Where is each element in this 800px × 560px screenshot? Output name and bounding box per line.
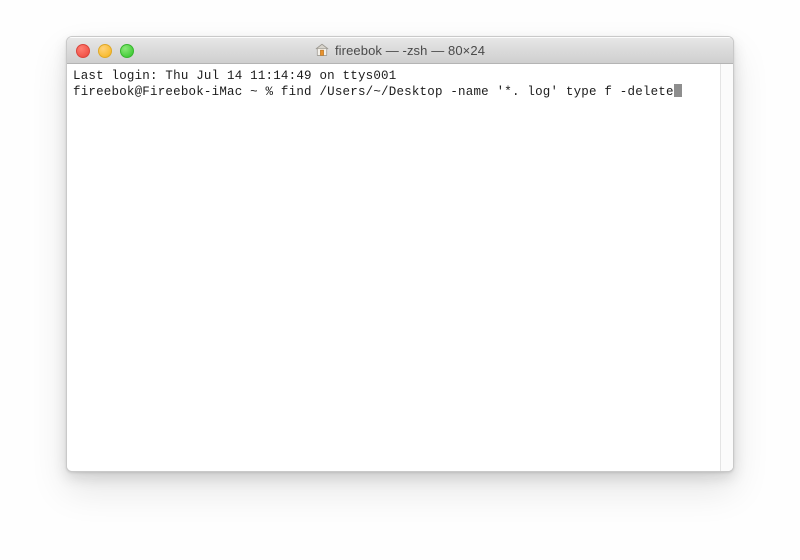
vertical-scrollbar[interactable]	[720, 64, 733, 471]
terminal-content[interactable]: Last login: Thu Jul 14 11:14:49 on ttys0…	[67, 64, 733, 471]
terminal-line-command: fireebok@Fireebok-iMac ~ % find /Users/~…	[73, 84, 733, 100]
window-title-group: fireebok — -zsh — 80×24	[315, 43, 485, 58]
terminal-command-text: fireebok@Fireebok-iMac ~ % find /Users/~…	[73, 85, 674, 99]
window-controls	[76, 37, 134, 64]
terminal-window: fireebok — -zsh — 80×24 Last login: Thu …	[66, 36, 734, 472]
window-titlebar[interactable]: fireebok — -zsh — 80×24	[67, 37, 733, 64]
maximize-button[interactable]	[120, 43, 134, 58]
minimize-button[interactable]	[98, 43, 112, 58]
terminal-line-last-login: Last login: Thu Jul 14 11:14:49 on ttys0…	[73, 69, 397, 83]
home-icon	[315, 43, 329, 56]
close-button[interactable]	[76, 43, 90, 58]
window-title: fireebok — -zsh — 80×24	[334, 42, 486, 58]
terminal-cursor	[673, 84, 682, 97]
